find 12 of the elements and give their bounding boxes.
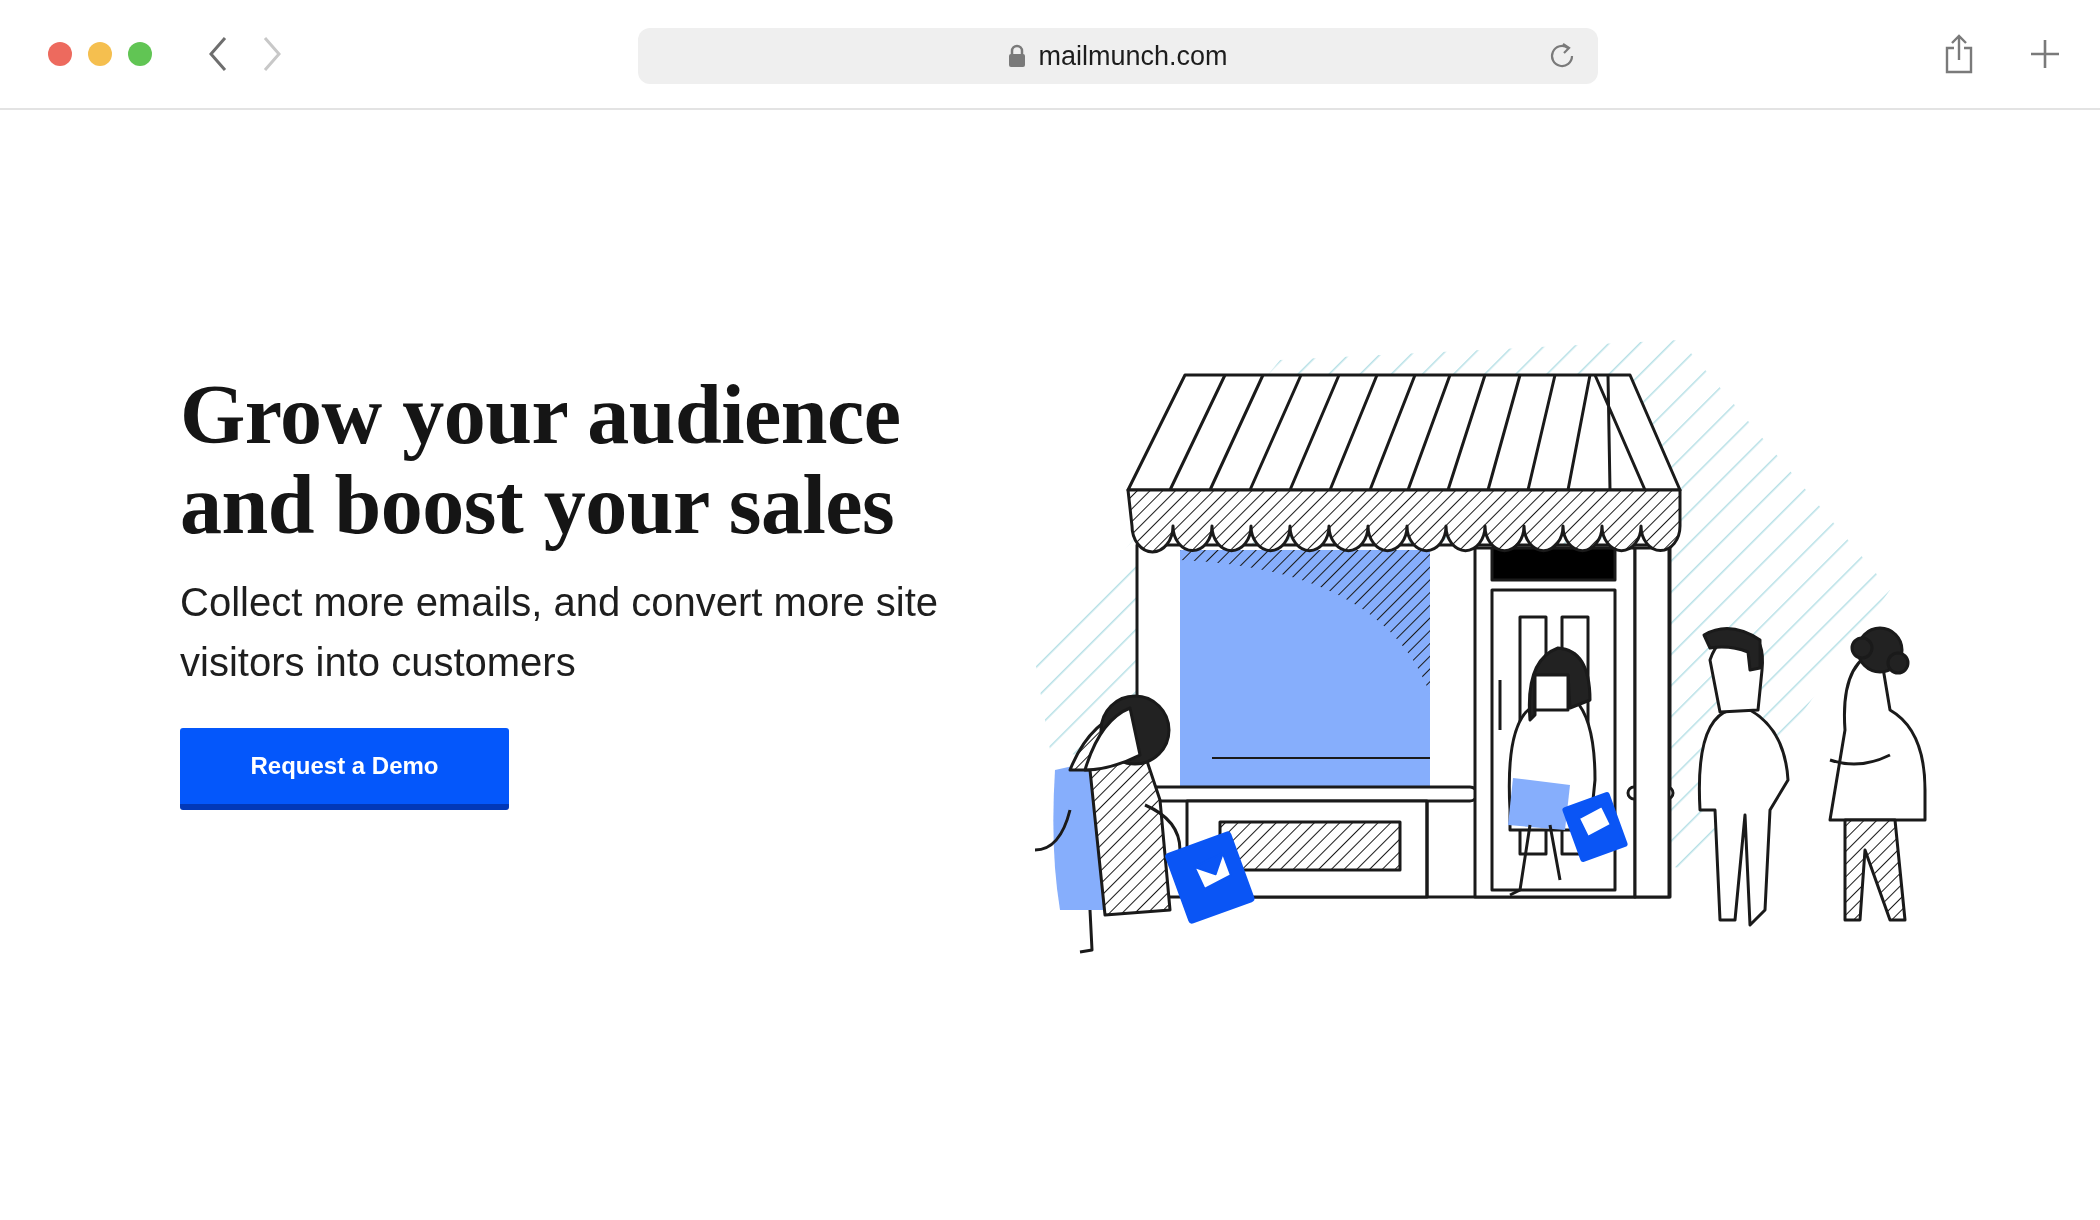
url-text: mailmunch.com — [1038, 40, 1228, 72]
hero-subtitle: Collect more emails, and convert more site visitors into customers — [180, 579, 940, 686]
new-tab-icon[interactable] — [2030, 39, 2060, 69]
request-demo-button[interactable]: Request a Demo — [180, 728, 509, 810]
share-icon[interactable] — [1944, 34, 1974, 74]
lock-icon — [1008, 44, 1027, 68]
hero-heading: Grow your audience and boost your sales — [180, 370, 902, 550]
address-bar[interactable]: mailmunch.com — [638, 28, 1598, 84]
close-button[interactable] — [48, 42, 72, 66]
zoom-button[interactable] — [128, 42, 152, 66]
reload-icon[interactable] — [1548, 42, 1576, 70]
back-icon[interactable] — [208, 36, 228, 72]
